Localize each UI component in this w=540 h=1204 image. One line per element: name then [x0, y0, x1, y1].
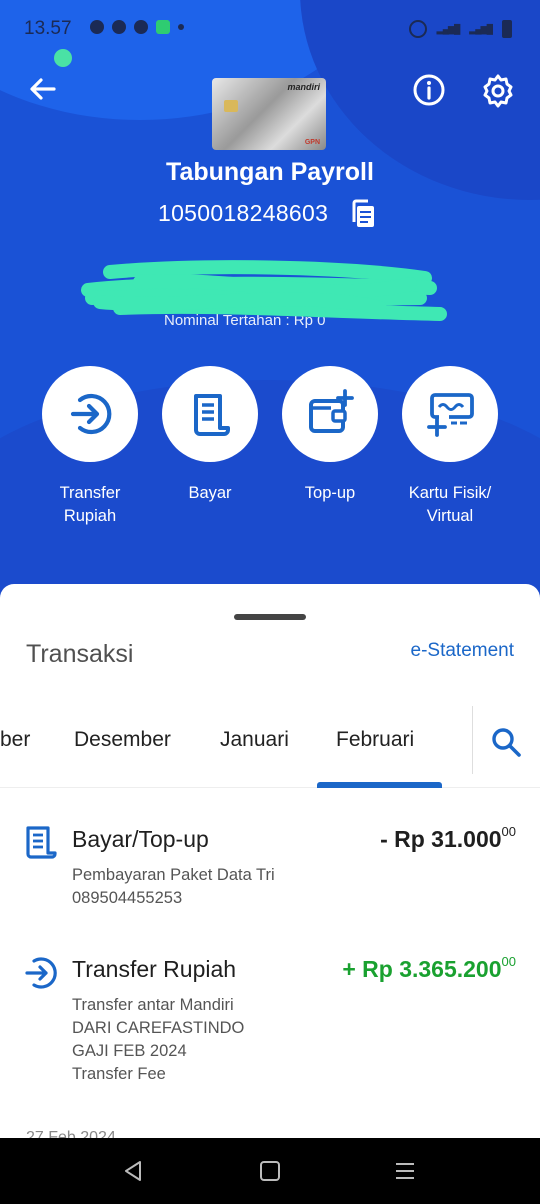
- action-transfer-rupiah[interactable]: Transfer Rupiah: [30, 366, 150, 528]
- transaction-description: Pembayaran Paket Data Tri 089504455253: [72, 864, 275, 910]
- action-label: Kartu Fisik/ Virtual: [408, 484, 492, 525]
- info-icon[interactable]: [412, 73, 446, 107]
- account-name: Tabungan Payroll: [166, 158, 374, 186]
- system-nav-bar: [0, 1138, 540, 1204]
- amount-cents: 00: [501, 954, 516, 969]
- search-icon[interactable]: [490, 726, 522, 758]
- transfer-icon: [70, 393, 112, 435]
- account-number: 1050018248603: [158, 200, 329, 226]
- e-statement-link[interactable]: e-Statement: [411, 640, 515, 662]
- more-dot-icon: [178, 24, 184, 30]
- transaction-amount: + Rp 3.365.20000: [342, 954, 516, 983]
- section-title: Transaksi: [26, 640, 134, 668]
- card-add-icon: [427, 393, 474, 437]
- transaction-description: Transfer antar Mandiri DARI CAREFASTINDO…: [72, 994, 244, 1086]
- redaction-scribble: [81, 260, 447, 321]
- action-circle[interactable]: [42, 366, 138, 462]
- indicator-dot: [54, 49, 72, 67]
- description-line: 089504455253: [72, 889, 183, 907]
- bill-icon: [26, 826, 57, 859]
- description-line: GAJI FEB 2024: [72, 1042, 187, 1060]
- quick-actions: Transfer Rupiah Bayar Top-up Kartu Fisik…: [0, 366, 540, 536]
- transaction-amount: - Rp 31.00000: [380, 824, 516, 853]
- description-line: Transfer antar Mandiri: [72, 996, 234, 1014]
- app-icon: [134, 20, 148, 34]
- signal-icon: ▂▄▆█: [436, 23, 461, 34]
- card-image: mandiri GPN: [212, 78, 326, 150]
- account-header: 13.57 ▂▄▆█ ▂▄▆█ mandiri GPN Tabungan Pay…: [0, 0, 540, 620]
- description-line: Pembayaran Paket Data Tri: [72, 866, 275, 884]
- active-tab-indicator: [317, 782, 442, 788]
- action-bayar[interactable]: Bayar: [150, 366, 270, 505]
- chat-icon: [90, 20, 104, 34]
- drag-handle[interactable]: [234, 614, 306, 620]
- amount-cents: 00: [501, 824, 516, 839]
- action-circle[interactable]: [282, 366, 378, 462]
- nav-menu-icon[interactable]: [392, 1158, 418, 1184]
- notification-icons: [90, 20, 184, 34]
- tab-januari[interactable]: Januari: [220, 728, 289, 752]
- action-label: Transfer Rupiah: [59, 484, 121, 525]
- card-brand: mandiri: [287, 82, 320, 92]
- card-network: GPN: [304, 139, 320, 146]
- android-icon: [156, 20, 170, 34]
- tab-desember[interactable]: Desember: [74, 728, 171, 752]
- month-tabs: ber Desember Januari Februari: [0, 704, 540, 788]
- signal-icon: ▂▄▆█: [469, 23, 493, 34]
- status-time: 13.57: [24, 18, 72, 39]
- nav-home-icon[interactable]: [257, 1158, 283, 1184]
- action-label: Top-up: [304, 484, 356, 502]
- date-header: 27 Feb 2024: [26, 1129, 116, 1138]
- nav-back-icon[interactable]: [120, 1158, 146, 1184]
- action-top-up[interactable]: Top-up: [270, 366, 390, 505]
- amount-main: - Rp 31.000: [380, 826, 502, 852]
- tab-februari[interactable]: Februari: [336, 728, 414, 752]
- tab-november[interactable]: ber: [0, 728, 30, 752]
- card-chip: [224, 100, 238, 112]
- system-icons: ▂▄▆█ ▂▄▆█: [408, 20, 512, 38]
- wallet-add-icon: [309, 389, 354, 433]
- description-line: Transfer Fee: [72, 1065, 166, 1083]
- app-icon: [112, 20, 126, 34]
- divider: [472, 706, 473, 774]
- action-circle[interactable]: [162, 366, 258, 462]
- description-line: DARI CAREFASTINDO: [72, 1019, 245, 1037]
- action-label: Bayar: [188, 484, 232, 502]
- transaction-type: Transfer Rupiah: [72, 956, 237, 982]
- alarm-icon: [408, 20, 427, 38]
- action-kartu-fisik-virtual[interactable]: Kartu Fisik/ Virtual: [390, 366, 510, 528]
- transfer-icon: [25, 957, 57, 989]
- status-bar: 13.57 ▂▄▆█ ▂▄▆█: [0, 0, 540, 60]
- balance-redacted: [80, 258, 450, 328]
- back-arrow-icon[interactable]: [26, 72, 60, 106]
- copy-icon[interactable]: [348, 198, 378, 230]
- transaction-type: Bayar/Top-up: [72, 826, 209, 852]
- battery-icon: [502, 20, 512, 38]
- bill-icon: [194, 394, 230, 436]
- gear-icon[interactable]: [480, 73, 516, 109]
- transactions-sheet: Transaksi e-Statement ber Desember Janua…: [0, 584, 540, 1138]
- amount-main: + Rp 3.365.200: [342, 956, 502, 982]
- action-circle[interactable]: [402, 366, 498, 462]
